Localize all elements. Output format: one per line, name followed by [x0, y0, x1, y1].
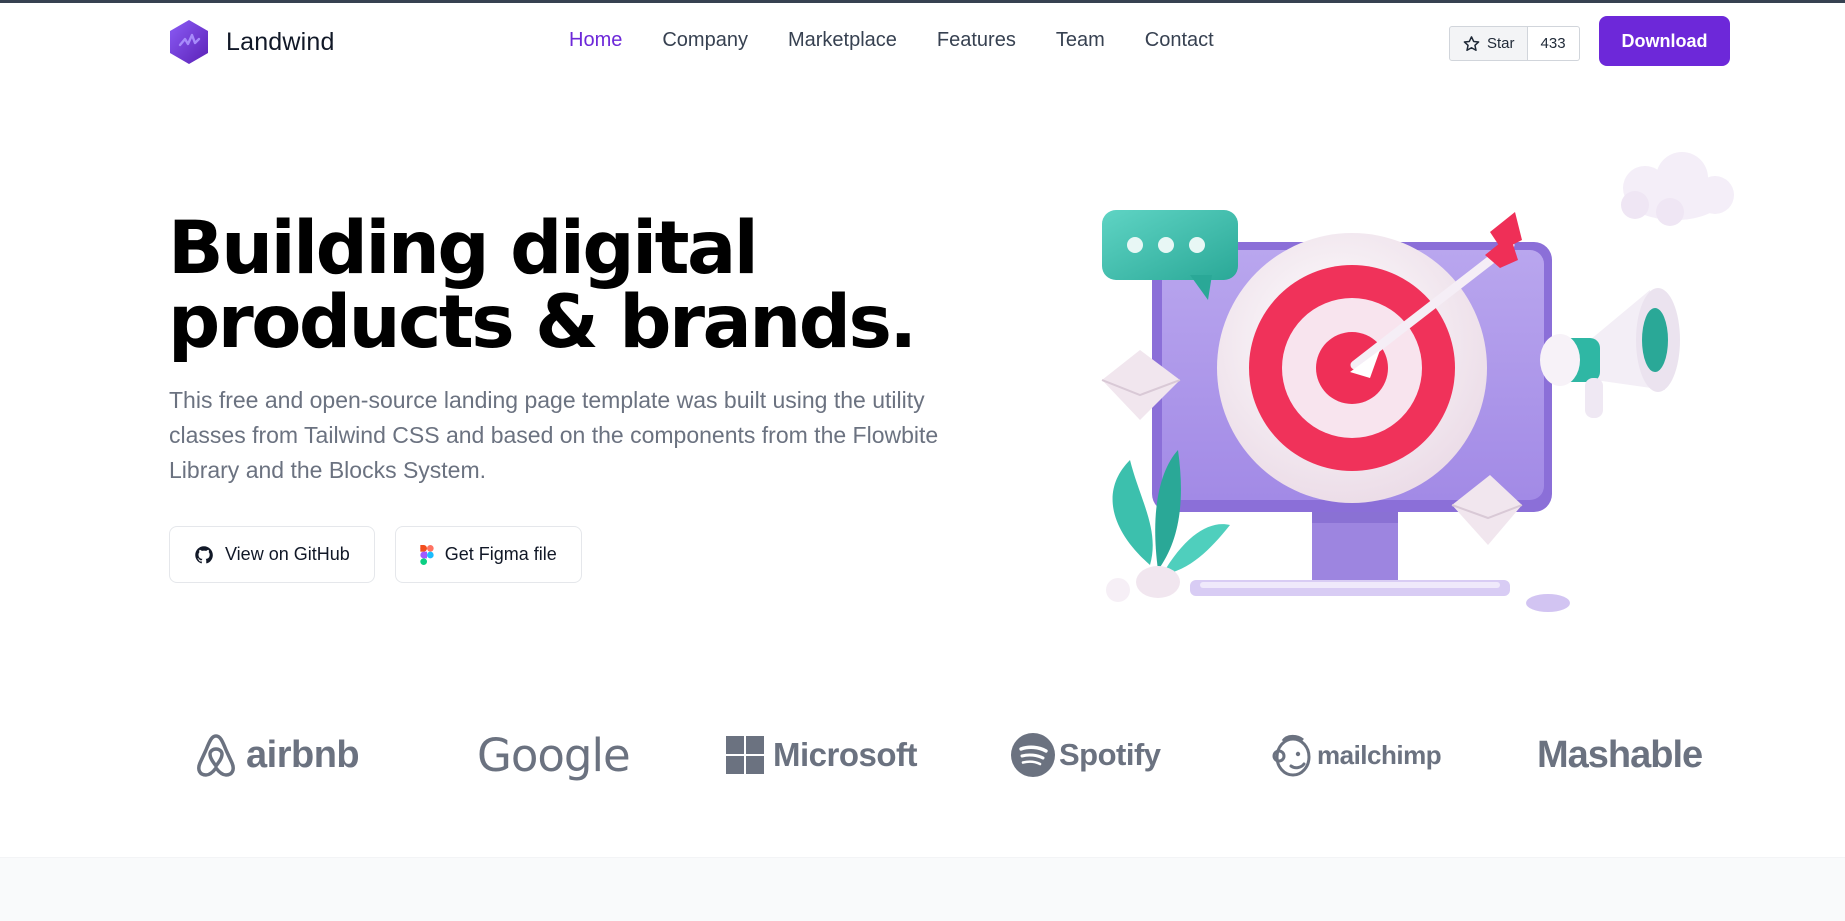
hero-title-line-2: products & brands.: [168, 280, 917, 365]
nav-home[interactable]: Home: [569, 29, 622, 52]
nav-marketplace[interactable]: Marketplace: [788, 29, 897, 52]
nav-contact[interactable]: Contact: [1145, 29, 1214, 52]
view-github-button[interactable]: View on GitHub: [169, 526, 375, 583]
star-label: Star: [1487, 35, 1515, 52]
google-label: Google: [477, 728, 631, 782]
landwind-logo-icon: [170, 20, 208, 64]
airbnb-label: airbnb: [246, 733, 360, 776]
next-section-band: [0, 857, 1845, 921]
microsoft-icon: [726, 736, 764, 774]
nav-features[interactable]: Features: [937, 29, 1016, 52]
target-monitor-illustration: [1101, 152, 1734, 612]
mailchimp-label: mailchimp: [1317, 739, 1442, 770]
spotify-logo: Spotify: [1011, 720, 1161, 790]
microsoft-label: Microsoft: [773, 736, 918, 773]
brand-name: Landwind: [226, 27, 335, 56]
figma-icon: [420, 544, 434, 565]
github-star-widget: Star 433: [1449, 26, 1580, 61]
airbnb-logo: airbnb: [194, 720, 360, 790]
hero-buttons: View on GitHub Get Figma file: [169, 526, 602, 583]
cloud-shape: [1621, 152, 1734, 226]
microsoft-logo: Microsoft: [726, 720, 918, 790]
main-nav: Home Company Marketplace Features Team C…: [569, 29, 1254, 52]
brand[interactable]: Landwind: [168, 19, 335, 65]
hero-title: Building digital products & brands.: [168, 212, 968, 360]
spotify-icon: [1011, 733, 1055, 777]
site-header: Landwind Home Company Marketplace Featur…: [0, 3, 1845, 81]
hero-description: This free and open-source landing page t…: [169, 387, 939, 483]
spotify-label: Spotify: [1059, 737, 1161, 772]
mailchimp-icon: [1272, 734, 1311, 777]
mailchimp-logo: mailchimp: [1271, 720, 1442, 790]
partner-logos: airbnb Google Microsoft Spotify mailchim…: [168, 720, 1728, 790]
view-github-label: View on GitHub: [225, 544, 350, 564]
nav-team[interactable]: Team: [1056, 29, 1105, 52]
get-figma-label: Get Figma file: [444, 544, 557, 564]
hero-title-line-1: Building digital: [168, 206, 759, 291]
mashable-logo: Mashable: [1537, 720, 1703, 790]
download-button[interactable]: Download: [1599, 16, 1730, 66]
megaphone-shape: [1540, 288, 1680, 418]
nav-company[interactable]: Company: [662, 29, 748, 52]
star-icon: [1463, 35, 1480, 51]
github-icon: [195, 545, 213, 563]
get-figma-button[interactable]: Get Figma file: [394, 526, 582, 583]
airbnb-icon: [197, 734, 235, 777]
mashable-label: Mashable: [1537, 733, 1703, 776]
star-count[interactable]: 433: [1527, 26, 1580, 61]
google-logo: Google: [477, 720, 631, 790]
star-button[interactable]: Star: [1449, 26, 1528, 61]
